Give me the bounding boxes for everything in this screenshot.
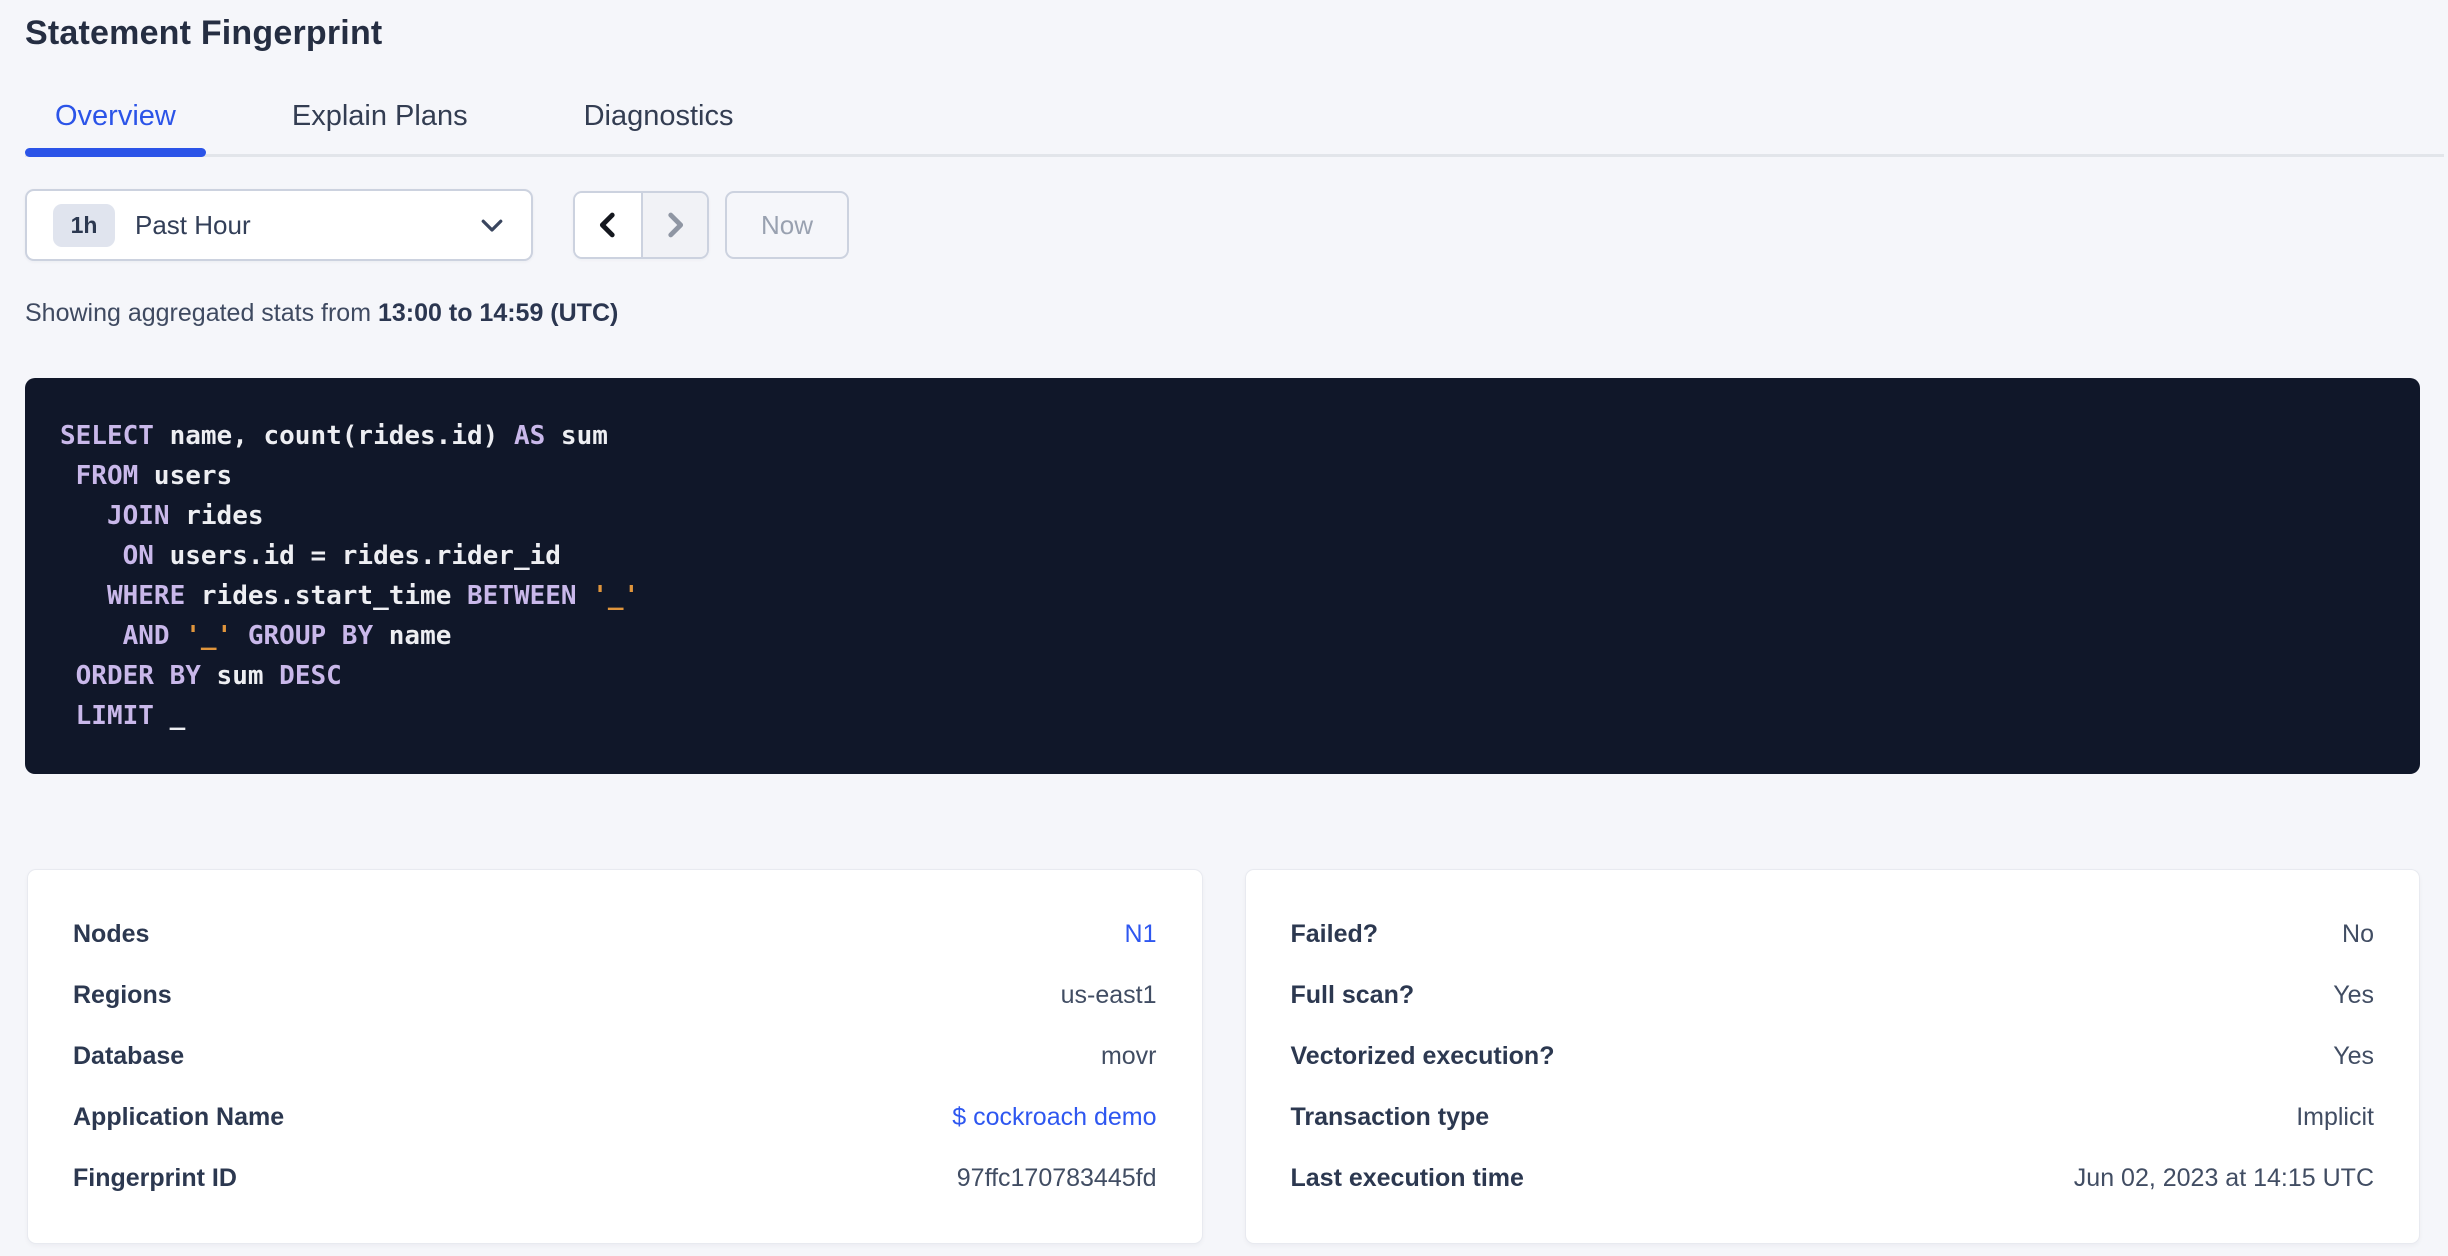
sql-line: FROM users (75, 461, 233, 491)
chevron-down-icon (481, 219, 503, 232)
card-row: Application Name $ cockroach demo (73, 1087, 1157, 1148)
card-value: No (2342, 920, 2374, 948)
card-row: Last execution time Jun 02, 2023 at 14:15… (1291, 1148, 2375, 1209)
stats-range: 13:00 to 14:59 (UTC) (377, 299, 619, 327)
interval-badge: 1h (53, 203, 115, 247)
card-row-label: Fingerprint ID (73, 1164, 237, 1192)
now-button[interactable]: Now (725, 191, 849, 259)
card-row-label: Last execution time (1290, 1164, 1524, 1192)
card-row-label: Nodes (73, 920, 150, 948)
page-title: Statement Fingerprint (25, 14, 383, 52)
card-row: Failed? No (1291, 904, 2375, 965)
card-value: Implicit (2296, 1103, 2374, 1131)
tab-explain-plans[interactable]: Explain Plans (262, 99, 498, 154)
sql-statement-box: SELECT name, count(rides.id) AS sum FROM… (25, 378, 2420, 774)
aggregated-stats-text: Showing aggregated stats from 13:00 to 1… (25, 299, 2420, 328)
card-row-label: Failed? (1290, 920, 1379, 948)
chevron-right-icon (668, 212, 684, 238)
sql-line: WHERE rides.start_time BETWEEN '_' (106, 581, 640, 611)
card-value-link[interactable]: $ cockroach demo (952, 1103, 1156, 1132)
card-row: Fingerprint ID 97ffc170783445fd (73, 1148, 1157, 1209)
time-range-label: Past Hour (135, 209, 251, 240)
sql-line: SELECT name, count(rides.id) AS sum (60, 421, 608, 451)
tab-label: Diagnostics (583, 100, 734, 132)
statement-details-card: Nodes N1 Regions us-east1 Database movr Applic… (27, 869, 1203, 1244)
card-value: Yes (2333, 981, 2374, 1009)
time-range-select[interactable]: 1h Past Hour (25, 189, 533, 261)
tab-label: Overview (55, 100, 176, 132)
sql-line: ON users.id = rides.rider_id (122, 541, 561, 571)
tab-label: Explain Plans (291, 100, 468, 132)
chevron-left-icon (599, 212, 615, 238)
sql-line: LIMIT _ (75, 701, 186, 731)
card-row-label: Full scan? (1290, 981, 1415, 1009)
previous-interval-button[interactable] (575, 193, 641, 257)
sql-line: ORDER BY sum DESC (75, 661, 342, 691)
card-value-link[interactable]: N1 (1125, 920, 1157, 949)
active-tab-underline (25, 148, 206, 157)
card-value: 97ffc170783445fd (956, 1164, 1157, 1192)
card-row: Full scan? Yes (1291, 965, 2375, 1026)
time-controls: 1h Past Hour Now (25, 189, 2420, 261)
execution-attributes-card: Failed? No Full scan? Yes Vectorized executi… (1244, 869, 2420, 1244)
card-row-label: Transaction type (1290, 1103, 1490, 1131)
card-value: Jun 02, 2023 at 14:15 UTC (2073, 1164, 2374, 1192)
card-row-label: Regions (73, 981, 172, 1009)
card-row-label: Vectorized execution? (1290, 1042, 1555, 1070)
card-row-label: Application Name (73, 1103, 285, 1131)
card-row: Regions us-east1 (73, 965, 1157, 1026)
tab-bar: Overview Explain Plans Diagnostics (25, 99, 2444, 157)
card-row-label: Database (73, 1042, 185, 1070)
sql-line: AND '_' GROUP BY name (122, 621, 452, 651)
card-value: Yes (2333, 1042, 2374, 1070)
tab-overview[interactable]: Overview (25, 99, 206, 157)
summary-cards: Nodes N1 Regions us-east1 Database movr Applic… (27, 869, 2420, 1244)
sql-line: JOIN rides (106, 501, 264, 531)
card-row: Nodes N1 (73, 904, 1157, 965)
stats-prefix: Showing aggregated stats from (25, 299, 378, 327)
card-value: movr (1100, 1042, 1157, 1070)
card-row: Vectorized execution? Yes (1291, 1026, 2375, 1087)
statement-fingerprint-page: Statement Fingerprint Overview Explain P… (0, 0, 2448, 1256)
card-value: us-east1 (1060, 981, 1157, 1009)
card-row: Database movr (73, 1026, 1157, 1087)
time-step-buttons (573, 191, 709, 259)
sql-code: SELECT name, count(rides.id) AS sum FROM… (60, 416, 2385, 736)
card-row: Transaction type Implicit (1291, 1087, 2375, 1148)
tab-diagnostics[interactable]: Diagnostics (554, 99, 764, 154)
next-interval-button[interactable] (641, 193, 707, 257)
